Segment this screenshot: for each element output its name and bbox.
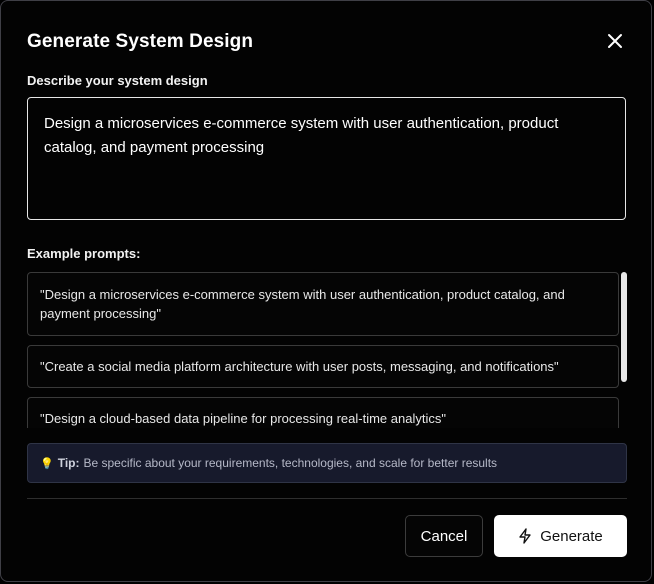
example-prompt-item[interactable]: "Create a social media platform architec…	[27, 345, 619, 388]
example-prompts-list: "Design a microservices e-commerce syste…	[27, 272, 631, 428]
tip-text: Be specific about your requirements, tec…	[83, 456, 498, 470]
generate-system-design-dialog: Generate System Design Describe your sys…	[0, 0, 652, 582]
tip-banner: 💡 Tip: Be specific about your requiremen…	[27, 443, 627, 483]
lightning-icon	[519, 528, 531, 544]
examples-scrollbar[interactable]	[621, 272, 627, 382]
description-label: Describe your system design	[27, 73, 208, 88]
generate-button-label: Generate	[540, 527, 603, 545]
cancel-button[interactable]: Cancel	[405, 515, 483, 557]
close-icon[interactable]	[603, 29, 627, 53]
dialog-title: Generate System Design	[27, 31, 254, 52]
description-textarea[interactable]: Design a microservices e-commerce system…	[27, 97, 626, 220]
footer-divider	[27, 498, 627, 499]
generate-button[interactable]: Generate	[494, 515, 627, 557]
lightbulb-icon: 💡	[40, 457, 54, 470]
example-prompt-item[interactable]: "Design a cloud-based data pipeline for …	[27, 397, 619, 428]
example-prompts-label: Example prompts:	[27, 246, 141, 261]
cancel-button-label: Cancel	[420, 527, 468, 545]
tip-label: Tip:	[57, 456, 80, 470]
example-prompt-item[interactable]: "Design a microservices e-commerce syste…	[27, 272, 619, 336]
